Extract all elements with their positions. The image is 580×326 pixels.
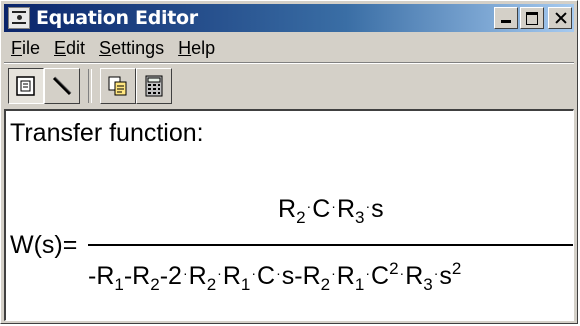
equation-app-icon[interactable] (8, 7, 30, 29)
caption-buttons (492, 7, 572, 29)
equation-editor-window: Equation Editor File Edit Settings Help (0, 0, 578, 324)
mode-button-group (8, 68, 80, 104)
menu-settings[interactable]: Settings (92, 38, 171, 59)
fraction-denominator: -R1-R2-2·R2·R1·C·s-R2·R1·C2·R3·s2 (88, 259, 462, 294)
menu-help[interactable]: Help (171, 38, 222, 59)
pen-icon (52, 76, 72, 96)
pen-mode-button[interactable] (44, 68, 80, 104)
minimize-icon[interactable] (494, 7, 518, 29)
fraction-bar (88, 244, 573, 246)
toolbar (4, 66, 574, 106)
calculator-icon (145, 75, 163, 97)
close-icon[interactable] (548, 7, 572, 29)
calculator-button[interactable] (136, 68, 172, 104)
equation-heading: Transfer function: (10, 119, 204, 147)
copy-icon (108, 76, 127, 96)
menu-divider (4, 62, 574, 64)
maximize-icon[interactable] (520, 7, 544, 29)
menu-edit[interactable]: Edit (47, 38, 92, 59)
title-bar[interactable]: Equation Editor (4, 4, 574, 32)
fraction-numerator: R2·C·R3·s (278, 195, 384, 227)
window-title: Equation Editor (36, 7, 198, 29)
equation-lhs: W(s)= (10, 231, 78, 259)
toolbar-separator (88, 69, 92, 103)
document-mode-button[interactable] (8, 68, 44, 104)
document-icon (16, 76, 35, 96)
action-button-group (100, 68, 172, 104)
menu-file[interactable]: File (4, 38, 47, 59)
equation-display-area[interactable]: Transfer function: R2·C·R3·s W(s)= -R1-R… (4, 109, 574, 321)
menu-bar: File Edit Settings Help (4, 34, 574, 62)
copy-button[interactable] (100, 68, 136, 104)
